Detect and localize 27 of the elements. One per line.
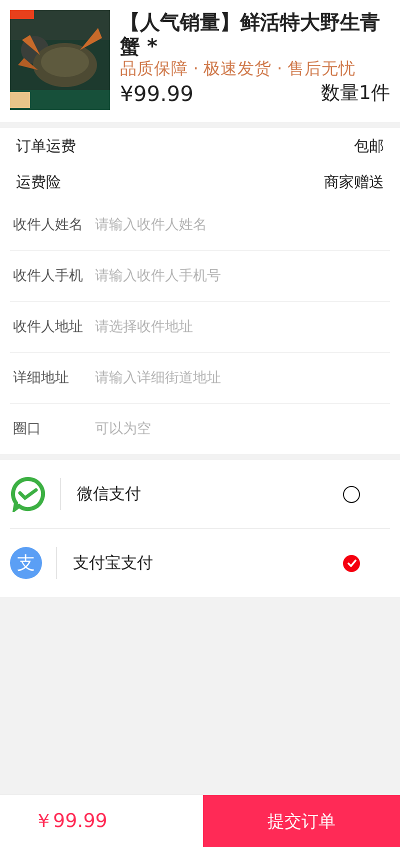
field-label: 收件人地址 bbox=[13, 318, 84, 336]
info-value: 包邮 bbox=[354, 136, 384, 156]
radio-button[interactable] bbox=[343, 486, 360, 502]
input-field[interactable]: 请输入详细街道地址 bbox=[95, 370, 295, 386]
submit-button[interactable]: 提交订单 bbox=[203, 795, 400, 847]
product-tagline: 品质保障 · 极速发货 · 售后无忧 bbox=[120, 58, 356, 80]
payment-label: 支付宝支付 bbox=[73, 552, 154, 574]
input-field[interactable]: 请输入收件人手机号 bbox=[95, 268, 295, 284]
radio-button[interactable] bbox=[343, 554, 360, 572]
check-icon bbox=[346, 559, 356, 567]
field-label: 详细地址 bbox=[13, 369, 70, 387]
info-label: 运费险 bbox=[16, 172, 61, 192]
alipay-icon: 支 bbox=[10, 547, 42, 579]
info-value: 商家赠送 bbox=[324, 172, 384, 192]
product-price: ¥99.99 bbox=[120, 82, 194, 106]
field-label: 圈口 bbox=[13, 420, 42, 438]
quantity-text: 数量1件 bbox=[320, 81, 390, 106]
product-title: 【人气销量】鲜活特大野生青蟹 * bbox=[120, 10, 381, 58]
input-field[interactable]: 可以为空 bbox=[95, 421, 295, 437]
total-price: ￥99.99 bbox=[33, 809, 108, 834]
field-label: 收件人姓名 bbox=[13, 216, 84, 234]
payment-label: 微信支付 bbox=[77, 484, 142, 504]
field-label: 收件人手机 bbox=[13, 267, 84, 285]
input-field[interactable]: 请选择收件地址 bbox=[95, 319, 295, 335]
info-label: 订单运费 bbox=[16, 136, 76, 156]
wechat-pay-icon bbox=[10, 476, 46, 512]
input-field[interactable]: 请输入收件人姓名 bbox=[95, 217, 295, 233]
